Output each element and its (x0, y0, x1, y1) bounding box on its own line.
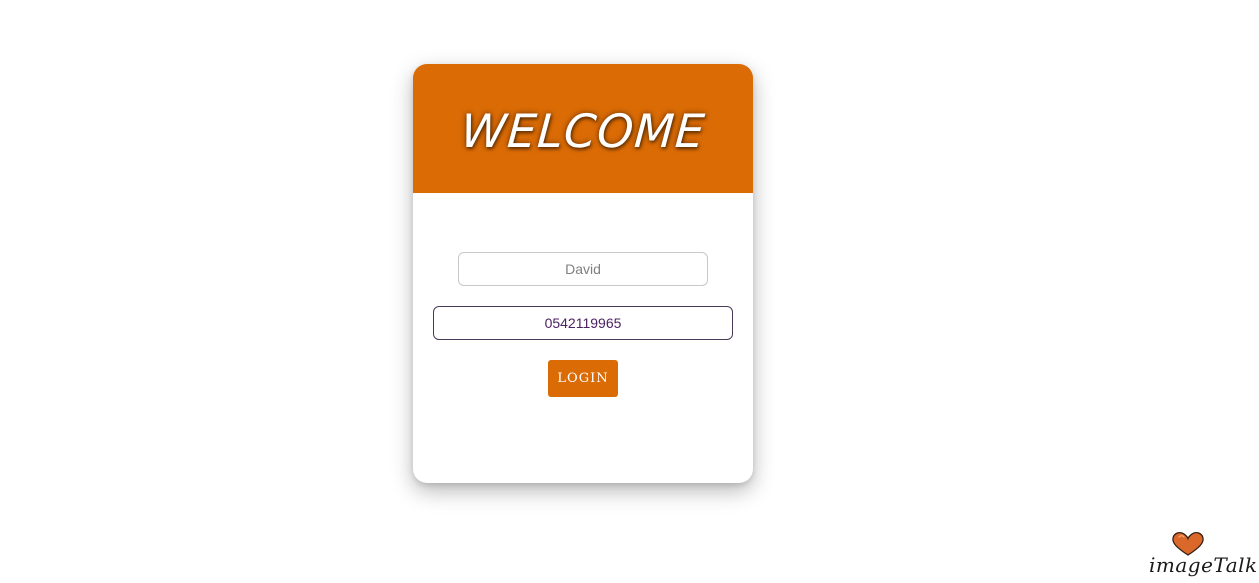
card-header: WELCOME (413, 64, 753, 193)
login-card: WELCOME LOGIN (413, 64, 753, 483)
login-button[interactable]: LOGIN (548, 360, 618, 397)
welcome-title: WELCOME (458, 103, 708, 158)
phone-input[interactable] (433, 306, 733, 340)
brand-logo-text: imageTalk (1149, 553, 1258, 577)
name-input[interactable] (458, 252, 708, 286)
brand-logo: imageTalk (1149, 531, 1257, 577)
